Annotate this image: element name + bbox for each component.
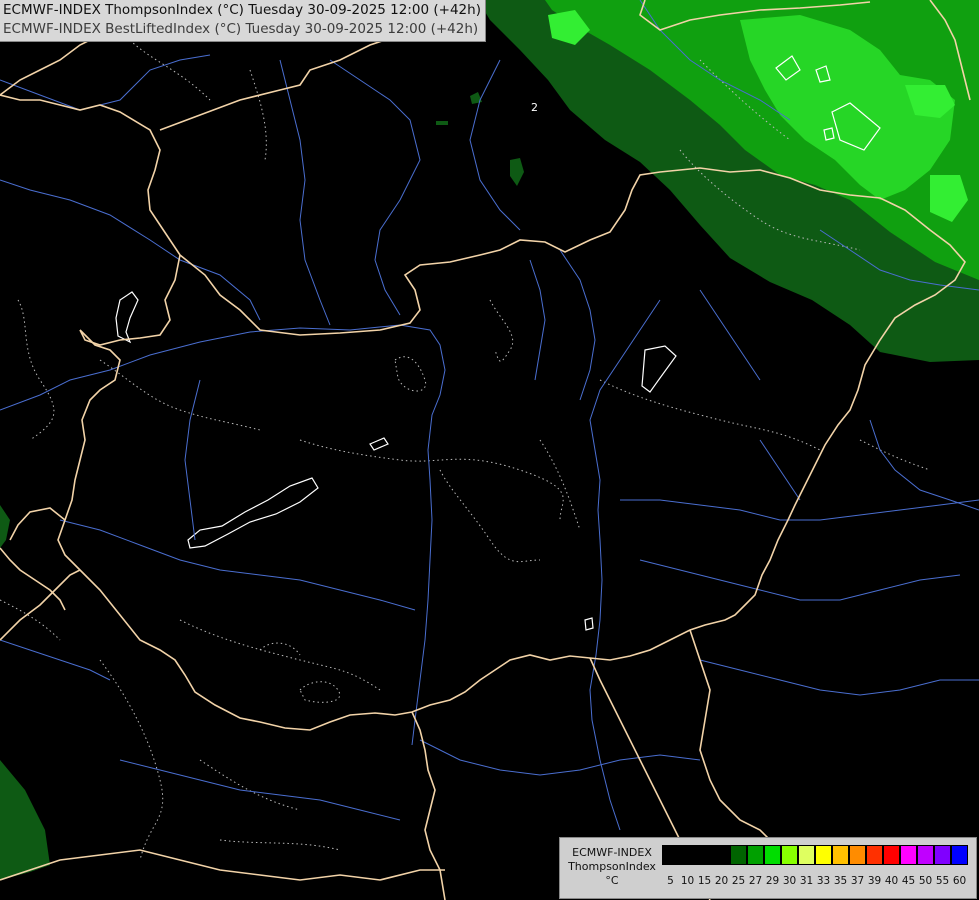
legend-swatch: [798, 845, 815, 865]
legend-swatch: [815, 845, 832, 865]
legend-tick-label: 55: [935, 875, 950, 887]
legend-swatch: [951, 845, 968, 865]
legend-tick-label: 15: [697, 875, 712, 887]
legend-unit: °C: [605, 874, 619, 887]
contour-label: 2: [531, 101, 538, 114]
legend-swatch: [934, 845, 951, 865]
legend-tick-label: 50: [918, 875, 933, 887]
legend-tick-label: 60: [952, 875, 967, 887]
legend-tick-label: 37: [850, 875, 865, 887]
title-thompson-index: ECMWF-INDEX ThompsonIndex (°C) Tuesday 3…: [3, 2, 481, 18]
legend-swatch: [917, 845, 934, 865]
weather-map: 2: [0, 0, 979, 900]
legend-model: ECMWF-INDEX: [572, 846, 652, 859]
legend-swatch: [747, 845, 764, 865]
legend-tick-label: 35: [833, 875, 848, 887]
legend-tick-label: 20: [714, 875, 729, 887]
legend-tick-label: 33: [816, 875, 831, 887]
legend-swatch: [679, 845, 696, 865]
legend-tick-label: 31: [799, 875, 814, 887]
legend-swatch: [730, 845, 747, 865]
legend-swatch: [866, 845, 883, 865]
legend-swatch: [832, 845, 849, 865]
legend-tick-label: 5: [667, 875, 674, 887]
legend-title: ECMWF-INDEX ThompsonIndex °C: [564, 846, 660, 888]
legend-tick-label: 30: [782, 875, 797, 887]
legend-swatch: [764, 845, 781, 865]
legend-swatch: [713, 845, 730, 865]
legend-swatch: [662, 845, 679, 865]
legend-tick-label: 40: [884, 875, 899, 887]
legend-swatch: [696, 845, 713, 865]
legend-swatch: [883, 845, 900, 865]
legend-swatches: [662, 845, 968, 865]
legend-swatch: [900, 845, 917, 865]
dark-green-spot: [436, 121, 448, 125]
legend-tick-label: 29: [765, 875, 780, 887]
map-title: ECMWF-INDEX ThompsonIndex (°C) Tuesday 3…: [0, 0, 486, 42]
legend-parameter: ThompsonIndex: [568, 860, 656, 873]
legend-tick-label: 10: [680, 875, 695, 887]
legend-swatch: [849, 845, 866, 865]
color-legend: ECMWF-INDEX ThompsonIndex °C 5 10 15 20 25 27…: [559, 837, 977, 899]
legend-tick-labels: 5 10 15 20 25 27 29 30 31 33 35 37 39 40 45 50 55 60: [662, 875, 968, 887]
legend-swatch: [781, 845, 798, 865]
legend-tick-label: 25: [731, 875, 746, 887]
legend-tick-label: 27: [748, 875, 763, 887]
legend-tick-label: 39: [867, 875, 882, 887]
legend-tick-label: 45: [901, 875, 916, 887]
title-best-lifted-index: ECMWF-INDEX BestLiftedIndex (°C) Tuesday…: [3, 21, 479, 37]
